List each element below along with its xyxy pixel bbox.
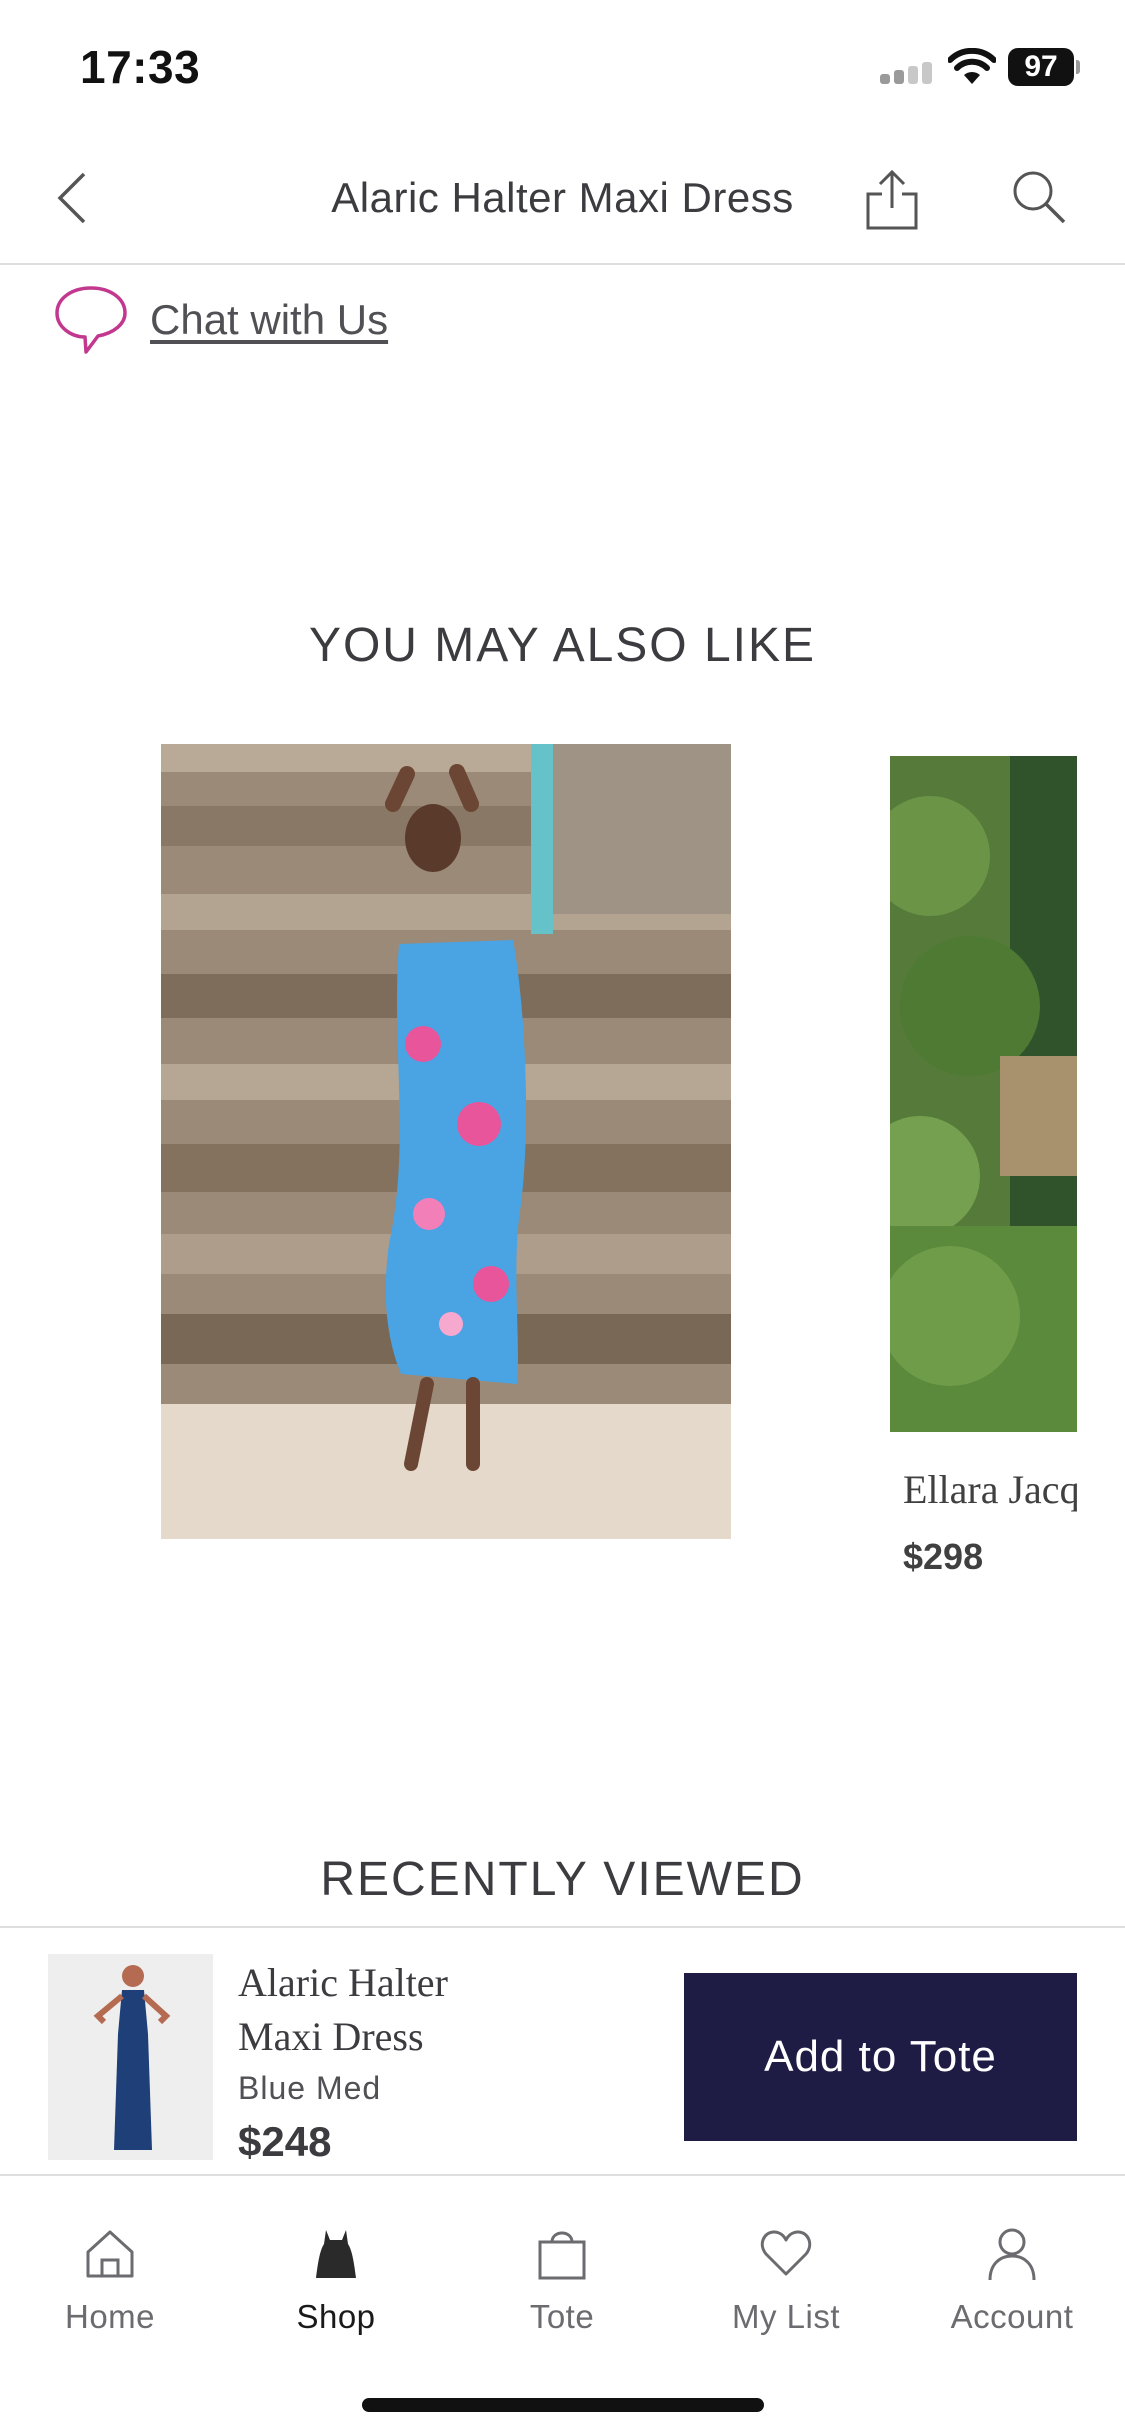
tab-tote-label: Tote — [529, 2298, 595, 2335]
home-icon — [86, 2230, 134, 2278]
tab-account-label: Account — [950, 2298, 1074, 2335]
cellular-signal-icon — [880, 62, 936, 84]
search-icon[interactable] — [1010, 168, 1068, 226]
battery-level: 97 — [1008, 48, 1074, 86]
tab-shop-label: Shop — [296, 2298, 376, 2335]
tab-home[interactable]: Home — [20, 2226, 200, 2336]
wifi-icon — [948, 48, 996, 84]
product-name[interactable]: Ellara Jacq — [903, 1466, 1077, 1513]
share-icon[interactable] — [862, 168, 922, 232]
header-divider — [0, 263, 1125, 265]
sticky-product-name: Alaric Halter Maxi Dress — [238, 1960, 448, 2059]
page-title: Alaric Halter Maxi Dress — [331, 174, 794, 221]
tab-tote[interactable]: Tote — [472, 2226, 652, 2336]
status-time: 17:33 — [80, 41, 201, 93]
home-indicator — [362, 2398, 764, 2412]
chat-bubble-icon[interactable] — [52, 282, 130, 360]
back-chevron-icon[interactable] — [52, 168, 92, 228]
product-thumbnail — [48, 1954, 213, 2160]
sticky-product-color: Blue Med — [238, 2070, 382, 2106]
recently-viewed-heading: RECENTLY VIEWED — [320, 1853, 805, 1906]
person-icon — [988, 2228, 1036, 2281]
tab-shop[interactable]: Shop — [246, 2226, 426, 2336]
dress-icon — [316, 2230, 356, 2278]
battery-nub — [1076, 60, 1080, 74]
tab-my-list-label: My List — [731, 2298, 840, 2335]
bag-icon — [538, 2231, 586, 2280]
tab-home-label: Home — [64, 2298, 156, 2335]
tab-account[interactable]: Account — [922, 2226, 1102, 2336]
product-image-floral-maxi-dress[interactable] — [161, 744, 731, 1539]
chat-with-us-link[interactable]: Chat with Us — [150, 296, 388, 344]
heart-icon — [760, 2230, 812, 2276]
tab-my-list[interactable]: My List — [696, 2226, 876, 2336]
sticky-product-price: $248 — [238, 2118, 332, 2165]
product-price: $298 — [903, 1536, 984, 1577]
product-image-ellara-dress[interactable] — [890, 756, 1077, 1432]
add-to-tote-button[interactable]: Add to Tote — [684, 1973, 1077, 2141]
you-may-also-like-heading: YOU MAY ALSO LIKE — [308, 619, 817, 672]
